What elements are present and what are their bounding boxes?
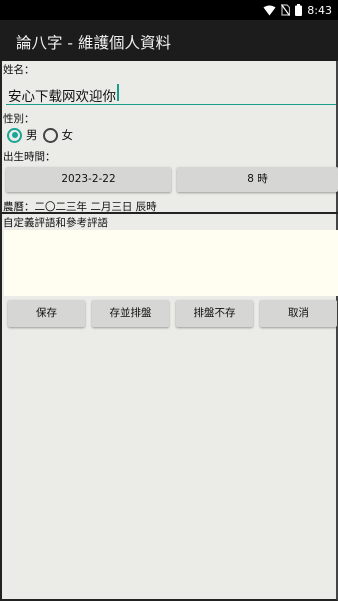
cancel-button[interactable]: 取消 — [260, 300, 337, 327]
save-button[interactable]: 保存 — [8, 300, 85, 327]
status-bar: 8:43 — [0, 0, 338, 20]
chart-without-save-button[interactable]: 排盤不存 — [176, 300, 253, 327]
comment-label: 自定義評語和參考評語 — [3, 217, 108, 229]
birth-hour-button[interactable]: 8 時 — [177, 167, 338, 192]
battery-icon — [295, 4, 303, 16]
gender-female-label[interactable]: 女 — [62, 127, 74, 143]
gender-male-radio[interactable] — [7, 127, 22, 143]
birth-date-button[interactable]: 2023-2-22 — [6, 167, 171, 192]
birth-time-label: 出生時間： — [3, 151, 56, 163]
gender-female-radio[interactable] — [42, 127, 58, 143]
gender-radio-group: 男 女 — [7, 126, 78, 144]
name-input[interactable]: 安心下载网欢迎你 — [6, 82, 336, 105]
no-sim-icon — [281, 4, 291, 16]
status-icons: 8:43 — [263, 3, 332, 17]
app-bar: 論八字 - 維護個人資料 — [0, 20, 338, 61]
gender-male-label[interactable]: 男 — [26, 127, 38, 143]
text-caret — [117, 84, 119, 101]
status-time: 8:43 — [307, 3, 332, 17]
comment-textarea[interactable] — [4, 230, 338, 296]
wifi-icon — [263, 5, 276, 16]
profile-form: 姓名： 安心下载网欢迎你 性別： 男 女 出生時間： 2023-2-22 8 時… — [0, 61, 338, 601]
page-title: 論八字 - 維護個人資料 — [16, 34, 171, 52]
divider — [2, 212, 338, 214]
name-input-value: 安心下载网欢迎你 — [8, 89, 116, 105]
save-and-chart-button[interactable]: 存並排盤 — [92, 300, 169, 327]
gender-label: 性別： — [3, 113, 35, 125]
name-label: 姓名： — [3, 64, 35, 76]
